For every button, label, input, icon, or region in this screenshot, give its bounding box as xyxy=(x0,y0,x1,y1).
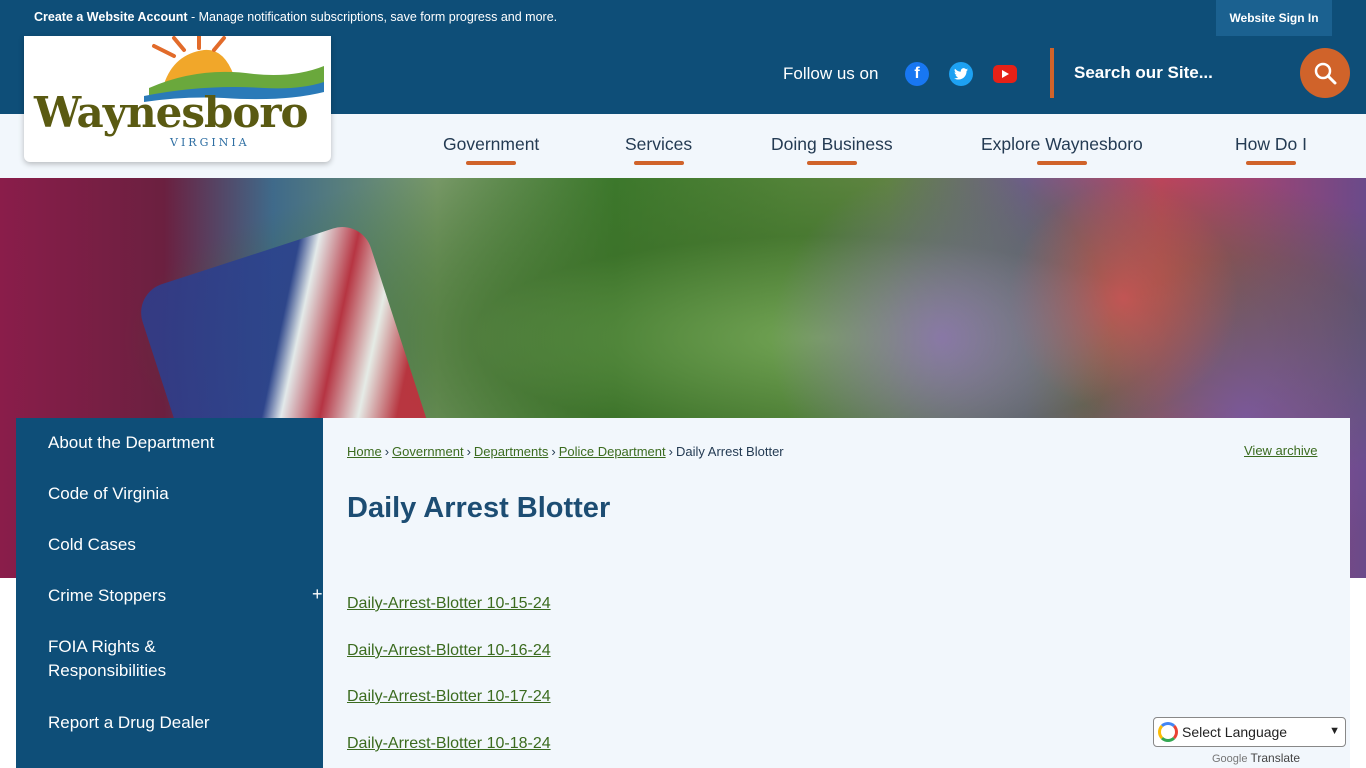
breadcrumb-separator: › xyxy=(466,444,471,459)
powered-by-google[interactable]: Google Translate xyxy=(1212,751,1300,765)
breadcrumb-separator: › xyxy=(551,444,556,459)
nav-underline xyxy=(466,161,517,165)
breadcrumb-home[interactable]: Home xyxy=(347,444,382,459)
breadcrumb-government[interactable]: Government xyxy=(392,444,464,459)
nav-item-label: Explore Waynesboro xyxy=(981,134,1143,154)
translate-label: Translate xyxy=(1250,751,1301,765)
nav-item-how-do-i[interactable]: How Do I xyxy=(1235,134,1307,165)
nav-underline xyxy=(806,161,857,165)
website-sign-in-button[interactable]: Website Sign In xyxy=(1216,0,1332,36)
document-link[interactable]: Daily-Arrest-Blotter 10-18-24 xyxy=(347,735,551,753)
language-select-label: Select Language xyxy=(1182,724,1288,740)
search-icon xyxy=(1314,62,1337,85)
nav-item-label: Government xyxy=(443,134,540,154)
create-account-link[interactable]: Create a Website Account - Manage notifi… xyxy=(34,10,557,24)
language-select[interactable]: Select Language ▼ xyxy=(1153,717,1346,747)
logo-wordmark: Waynesboro xyxy=(34,88,309,137)
view-archive-link[interactable]: View archive xyxy=(1244,443,1317,458)
chevron-down-icon: ▼ xyxy=(1329,725,1340,737)
search-divider xyxy=(1050,48,1054,98)
expand-toggle[interactable]: + xyxy=(312,584,323,605)
nav-item-doing-business[interactable]: Doing Business xyxy=(771,134,893,165)
nav-underline xyxy=(1245,161,1296,165)
create-account-description: - Manage notification subscriptions, sav… xyxy=(187,10,558,24)
nav-underline xyxy=(1036,161,1087,165)
youtube-icon[interactable] xyxy=(993,65,1017,83)
sidebar-item-about-the-department[interactable]: About the Department xyxy=(48,431,214,455)
document-link[interactable]: Daily-Arrest-Blotter 10-16-24 xyxy=(347,642,551,660)
sidebar-item-code-of-virginia[interactable]: Code of Virginia xyxy=(48,482,169,506)
sidebar-item-label: Responsibilities xyxy=(48,661,167,680)
google-icon xyxy=(1158,722,1178,742)
nav-item-explore-waynesboro[interactable]: Explore Waynesboro xyxy=(981,134,1143,165)
logo-state: VIRGINIA xyxy=(170,136,250,149)
nav-item-services[interactable]: Services xyxy=(625,134,692,165)
nav-underline xyxy=(633,161,684,165)
search-button[interactable] xyxy=(1300,48,1350,98)
search-input[interactable] xyxy=(1062,50,1292,96)
nav-item-label: How Do I xyxy=(1235,134,1307,154)
sidebar: About the Department Code of Virginia Co… xyxy=(16,418,323,768)
main-content: Home › Government › Departments › Police Depar… xyxy=(323,418,1350,768)
nav-item-government[interactable]: Government xyxy=(443,134,539,165)
breadcrumb: Home › Government › Departments › Police Depar… xyxy=(347,444,784,459)
twitter-icon[interactable] xyxy=(949,62,973,86)
sidebar-item-foia-rights[interactable]: FOIA Rights & Responsibilities xyxy=(48,635,166,683)
breadcrumb-current: Daily Arrest Blotter xyxy=(675,444,784,459)
sidebar-item-label: FOIA Rights & xyxy=(48,637,156,656)
page-title: Daily Arrest Blotter xyxy=(347,492,611,524)
sidebar-item-report-a-drug-dealer[interactable]: Report a Drug Dealer xyxy=(48,711,210,735)
facebook-icon[interactable]: f xyxy=(905,62,929,86)
breadcrumb-separator: › xyxy=(384,444,390,459)
nav-item-label: Services xyxy=(625,134,693,154)
breadcrumb-departments[interactable]: Departments xyxy=(474,444,548,459)
nav-item-label: Doing Business xyxy=(771,134,893,154)
sidebar-item-crime-stoppers[interactable]: Crime Stoppers xyxy=(48,584,166,608)
sidebar-item-cold-cases[interactable]: Cold Cases xyxy=(48,533,136,557)
follow-us-label: Follow us on xyxy=(783,64,879,83)
document-link[interactable]: Daily-Arrest-Blotter 10-15-24 xyxy=(347,595,551,613)
document-link[interactable]: Daily-Arrest-Blotter 10-17-24 xyxy=(347,688,551,706)
top-bar: Create a Website Account - Manage notifi… xyxy=(0,0,1366,36)
breadcrumb-separator: › xyxy=(668,444,673,459)
create-account-strong[interactable]: Create a Website Account xyxy=(34,10,188,24)
google-wordmark: Google xyxy=(1212,753,1248,765)
site-logo[interactable]: Waynesboro VIRGINIA xyxy=(24,36,331,162)
breadcrumb-police-department[interactable]: Police Department xyxy=(559,444,666,459)
